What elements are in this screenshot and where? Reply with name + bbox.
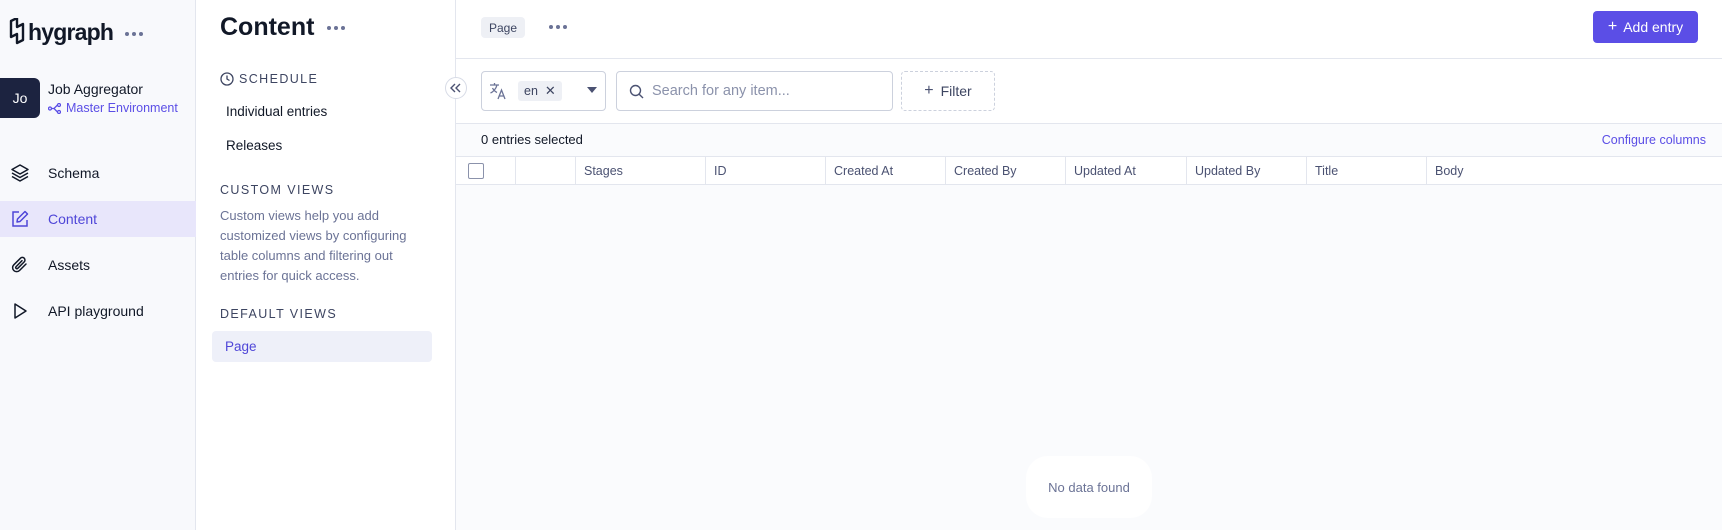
locale-select[interactable]: en ✕	[481, 71, 606, 111]
nav-label: Content	[48, 211, 98, 227]
play-icon	[10, 301, 30, 321]
select-all-checkbox[interactable]	[468, 162, 484, 179]
nav-label: Assets	[48, 257, 91, 273]
more-options-icon[interactable]	[125, 32, 144, 36]
project-name: Job Aggregator	[48, 81, 143, 97]
chevrons-left-icon	[450, 83, 461, 93]
translate-icon	[490, 83, 506, 100]
nav-item-content[interactable]: Content	[0, 201, 216, 237]
column-header-body[interactable]: Body	[1427, 157, 1722, 184]
branch-icon	[48, 102, 61, 114]
plus-icon: +	[1607, 18, 1618, 35]
column-header-updated-at[interactable]: Updated At	[1066, 157, 1187, 184]
nav-item-schema[interactable]: Schema	[0, 155, 196, 191]
custom-views-heading: CUSTOM VIEWS	[220, 183, 335, 197]
configure-columns-link[interactable]: Configure columns	[1602, 133, 1706, 147]
select-all-cell	[456, 157, 516, 184]
chevron-down-icon	[587, 87, 597, 93]
nav-label: Schema	[48, 165, 100, 181]
selection-bar: 0 entries selected Configure columns	[456, 124, 1722, 156]
more-options-icon[interactable]	[549, 25, 567, 29]
column-header-title[interactable]: Title	[1307, 157, 1427, 184]
empty-state: No data found	[1026, 456, 1152, 518]
brand-name: hygraph	[28, 18, 114, 45]
environment-link[interactable]: Master Environment	[48, 101, 178, 115]
page-title: Content	[220, 13, 315, 41]
column-header-id[interactable]: ID	[706, 157, 826, 184]
view-individual-entries[interactable]: Individual entries	[226, 104, 327, 119]
table-header: Stages ID Created At Created By Updated …	[456, 156, 1722, 185]
entries-selected-count: 0 entries selected	[481, 132, 583, 147]
locale-chip: en ✕	[518, 81, 562, 101]
paperclip-icon	[10, 255, 30, 275]
column-header-stages[interactable]: Stages	[576, 157, 706, 184]
more-options-icon[interactable]	[327, 25, 346, 30]
remove-locale-icon[interactable]: ✕	[545, 83, 556, 99]
default-views-heading: DEFAULT VIEWS	[220, 307, 338, 321]
brand-logo[interactable]: hygraph	[8, 18, 144, 46]
topbar: Page + Add entry	[456, 0, 1722, 59]
default-view-page[interactable]: Page	[212, 331, 432, 362]
search-box	[616, 71, 893, 111]
column-header-created-by[interactable]: Created By	[946, 157, 1066, 184]
add-entry-button[interactable]: + Add entry	[1593, 11, 1698, 43]
view-releases[interactable]: Releases	[226, 138, 282, 153]
environment-name: Master Environment	[66, 101, 178, 115]
plus-icon: +	[924, 82, 934, 99]
filter-bar: en ✕ + Filter	[456, 59, 1722, 124]
nav-item-api-playground[interactable]: API playground	[0, 293, 196, 329]
search-icon	[629, 84, 644, 98]
views-panel-header: Content	[220, 13, 346, 42]
main-area: Page + Add entry en ✕ + Filter	[456, 0, 1722, 530]
main-nav: Schema Content Assets API playground	[0, 155, 216, 339]
project-switcher[interactable]: Jo Job Aggregator Master Environment	[0, 78, 178, 118]
clock-icon	[220, 72, 234, 86]
main-sidebar: hygraph Jo Job Aggregator Master Environ…	[0, 0, 216, 530]
content-views-panel: Content SCHEDULE Individual entries Rele…	[196, 0, 456, 530]
search-input[interactable]	[652, 83, 872, 99]
edit-icon	[10, 209, 30, 229]
column-header-updated-by[interactable]: Updated By	[1187, 157, 1307, 184]
layers-icon	[10, 163, 30, 183]
nav-item-assets[interactable]: Assets	[0, 247, 196, 283]
tab-page[interactable]: Page	[481, 17, 526, 38]
custom-views-description: Custom views help you add customized vie…	[220, 208, 407, 283]
column-header	[516, 157, 576, 184]
schedule-heading: SCHEDULE	[220, 72, 318, 86]
filter-button[interactable]: + Filter	[901, 71, 995, 111]
column-header-created-at[interactable]: Created At	[826, 157, 946, 184]
collapse-panel-button[interactable]	[445, 77, 467, 99]
nav-label: API playground	[48, 303, 144, 319]
project-avatar: Jo	[0, 78, 40, 118]
hygraph-logo-icon	[9, 18, 25, 45]
